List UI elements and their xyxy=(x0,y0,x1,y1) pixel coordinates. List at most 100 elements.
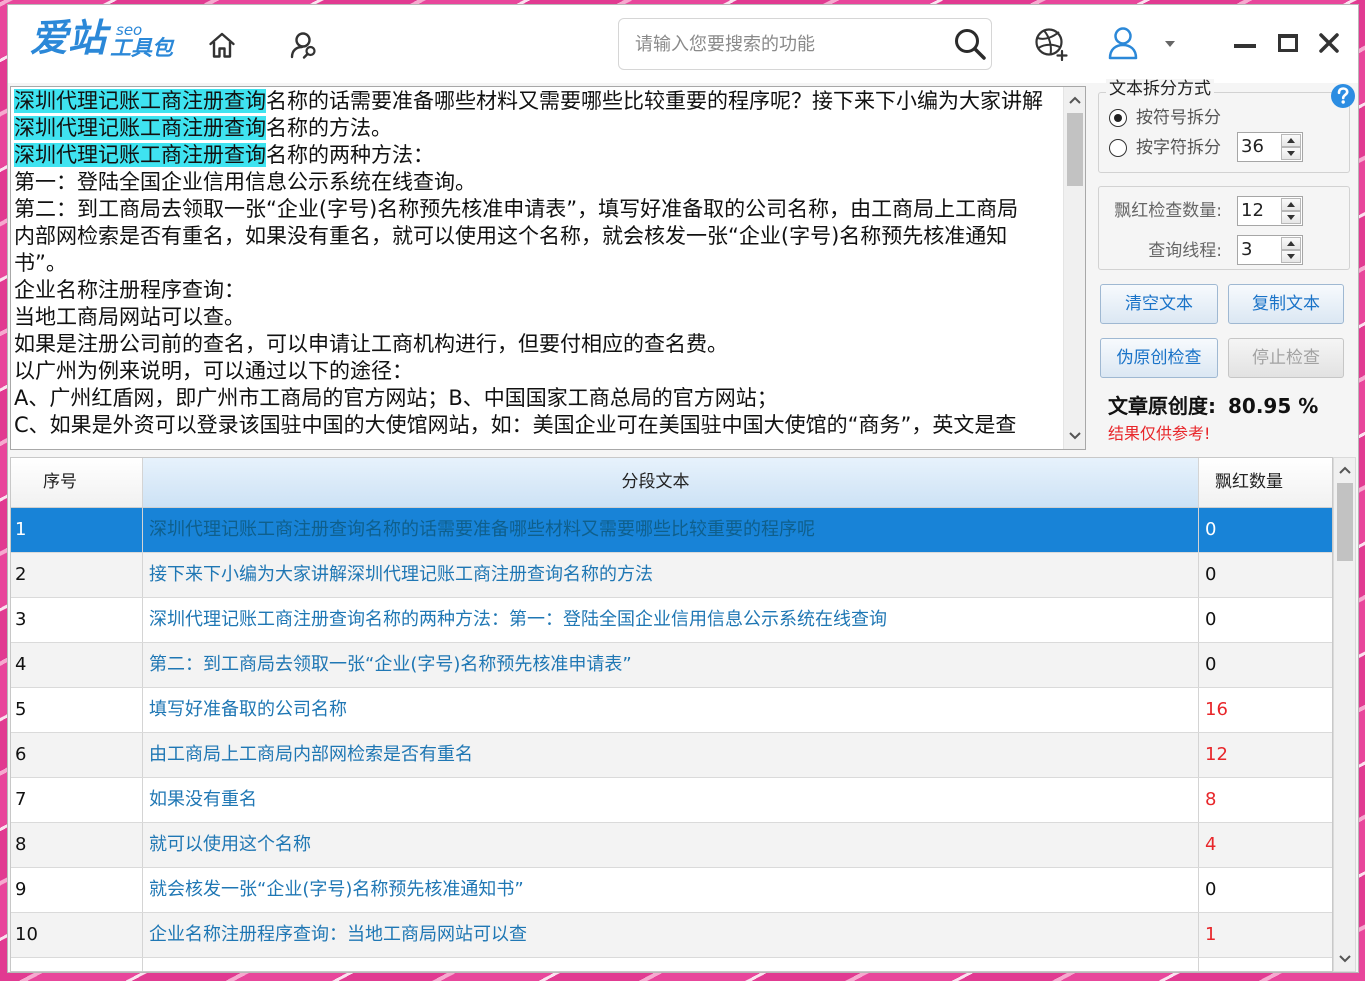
scroll-thumb[interactable] xyxy=(1067,113,1083,186)
row-red-count: 0 xyxy=(1205,879,1217,900)
highlighted-keyword: 深圳代理记账工商注册查询 xyxy=(14,89,266,113)
table-row[interactable]: 8 就可以使用这个名称 4 xyxy=(11,823,1332,868)
help-icon[interactable] xyxy=(1330,83,1356,109)
table-row[interactable]: 9 就会核发一张“企业(字号)名称预先核准通知书” 0 xyxy=(11,868,1332,913)
stepper-up-icon[interactable] xyxy=(1281,198,1301,211)
chevron-down-icon[interactable] xyxy=(1165,41,1175,47)
table-row-partial[interactable] xyxy=(11,958,1332,971)
editor-scrollbar[interactable] xyxy=(1063,87,1085,449)
header-segment-text[interactable]: 分段文本 xyxy=(143,458,1199,507)
row-index: 8 xyxy=(11,823,143,867)
threads-value[interactable]: 3 xyxy=(1241,236,1252,264)
editor-line-text: 名称的话需要准备哪些材料又需要哪些比较重要的程序呢？接下来下小编为大家讲解 xyxy=(266,89,1043,113)
table-row[interactable]: 6 由工商局上工商局内部网检索是否有重名 12 xyxy=(11,733,1332,778)
close-icon[interactable] xyxy=(1318,32,1340,54)
clear-text-button[interactable]: 清空文本 xyxy=(1100,284,1218,324)
app-window: 爱站 seo 工具包 深圳代理记账工商注册查询名称的话需要准备哪些材料又需要哪些… xyxy=(8,5,1358,972)
home-icon[interactable] xyxy=(207,30,237,60)
table-row[interactable]: 4 第二：到工商局去领取一张“企业(字号)名称预先核准申请表” 0 xyxy=(11,643,1332,688)
editor-line: 书”。 xyxy=(14,250,1059,277)
table-row[interactable]: 10 企业名称注册程序查询：当地工商局网站可以查 1 xyxy=(11,913,1332,958)
source-text-content: 深圳代理记账工商注册查询名称的话需要准备哪些材料又需要哪些比较重要的程序呢？接下… xyxy=(11,87,1062,449)
header-index[interactable]: 序号 xyxy=(11,458,143,507)
row-segment-text: 如果没有重名 xyxy=(143,778,1199,822)
user-search-icon[interactable] xyxy=(289,30,319,60)
split-by-symbol-label[interactable]: 按符号拆分 xyxy=(1136,107,1221,129)
stepper-down-icon[interactable] xyxy=(1281,211,1301,224)
char-count-stepper[interactable]: 36 xyxy=(1237,132,1303,162)
row-index: 7 xyxy=(11,778,143,822)
stepper-down-icon[interactable] xyxy=(1281,147,1301,160)
editor-line: C、如果是外资可以登录该国驻中国的大使馆网站，如：美国企业可在美国驻中国大使馆的… xyxy=(14,412,1059,439)
row-index: 6 xyxy=(11,733,143,777)
row-red-count: 4 xyxy=(1205,834,1217,855)
row-segment-text: 由工商局上工商局内部网检索是否有重名 xyxy=(143,733,1199,777)
stop-check-button[interactable]: 停止检查 xyxy=(1228,338,1344,378)
search-icon[interactable] xyxy=(952,26,988,62)
table-row[interactable]: 3 深圳代理记账工商注册查询名称的两种方法：第一：登陆全国企业信用信息公示系统在线… xyxy=(11,598,1332,643)
originality-label: 文章原创度: xyxy=(1108,394,1216,418)
red-check-count-stepper[interactable]: 12 xyxy=(1237,196,1303,226)
row-red-count: 16 xyxy=(1205,699,1228,720)
row-red-count: 0 xyxy=(1205,519,1217,540)
threads-stepper[interactable]: 3 xyxy=(1237,235,1303,265)
editor-line: 企业名称注册程序查询： xyxy=(14,277,1059,304)
row-cell xyxy=(11,958,143,971)
stepper-down-icon[interactable] xyxy=(1281,250,1301,263)
scroll-up-icon[interactable] xyxy=(1337,462,1353,478)
editor-line: 第二：到工商局去领取一张“企业(字号)名称预先核准申请表”，填写好准备取的公司名… xyxy=(14,196,1059,223)
row-segment-text: 填写好准备取的公司名称 xyxy=(143,688,1199,732)
maximize-icon[interactable] xyxy=(1278,34,1298,52)
minimize-icon[interactable] xyxy=(1234,44,1256,48)
user-icon[interactable] xyxy=(1106,25,1140,61)
logo-main: 爱站 xyxy=(30,16,107,60)
basketball-icon[interactable] xyxy=(1034,27,1068,61)
row-segment-text: 第二：到工商局去领取一张“企业(字号)名称预先核准申请表” xyxy=(143,643,1199,687)
header-red-count[interactable]: 飘红数量 xyxy=(1199,458,1332,507)
editor-line: 以广州为例来说明，可以通过以下的途径： xyxy=(14,358,1059,385)
split-by-char-label[interactable]: 按字符拆分 xyxy=(1136,137,1221,159)
scroll-down-icon[interactable] xyxy=(1067,428,1083,444)
threads-label: 查询线程: xyxy=(1148,241,1222,261)
table-row[interactable]: 5 填写好准备取的公司名称 16 xyxy=(11,688,1332,733)
search-input[interactable] xyxy=(635,19,945,69)
row-red-count: 0 xyxy=(1205,564,1217,585)
editor-line-text: 名称的方法。 xyxy=(266,116,392,140)
editor-line: A、广州红盾网，即广州市工商局的官方网站；B、中国国家工商总局的官方网站； xyxy=(14,385,1059,412)
radio-split-by-symbol[interactable] xyxy=(1109,109,1127,127)
editor-line: 当地工商局网站可以查。 xyxy=(14,304,1059,331)
source-text-area[interactable]: 深圳代理记账工商注册查询名称的话需要准备哪些材料又需要哪些比较重要的程序呢？接下… xyxy=(10,86,1086,450)
row-index: 10 xyxy=(11,913,143,957)
scroll-thumb[interactable] xyxy=(1337,483,1353,561)
row-segment-text: 深圳代理记账工商注册查询名称的话需要准备哪些材料又需要哪些比较重要的程序呢 xyxy=(143,508,1199,552)
editor-line: 如果是注册公司前的查名，可以申请让工商机构进行，但要付相应的查名费。 xyxy=(14,331,1059,358)
scroll-down-icon[interactable] xyxy=(1337,951,1353,967)
originality-value: 80.95 % xyxy=(1228,394,1319,418)
stepper-up-icon[interactable] xyxy=(1281,237,1301,250)
editor-line-text: 企业名称注册程序查询： xyxy=(14,278,245,302)
radio-split-by-char[interactable] xyxy=(1109,139,1127,157)
editor-line-text: C、如果是外资可以登录该国驻中国的大使馆网站，如：美国企业可在美国驻中国大使馆的… xyxy=(14,413,1017,437)
highlighted-keyword: 深圳代理记账工商注册查询 xyxy=(14,116,266,140)
table-row[interactable]: 7 如果没有重名 8 xyxy=(11,778,1332,823)
stepper-up-icon[interactable] xyxy=(1281,134,1301,147)
row-red-count: 0 xyxy=(1205,609,1217,630)
char-count-value[interactable]: 36 xyxy=(1241,133,1264,161)
pseudo-original-check-button[interactable]: 伪原创检查 xyxy=(1100,338,1218,378)
red-check-count-value[interactable]: 12 xyxy=(1241,197,1264,225)
table-scrollbar[interactable] xyxy=(1333,457,1356,972)
table-row[interactable]: 2 接下来下小编为大家讲解深圳代理记账工商注册查询名称的方法 0 xyxy=(11,553,1332,598)
editor-line: 深圳代理记账工商注册查询名称的两种方法： xyxy=(14,142,1059,169)
originality-result: 文章原创度: 80.95 % xyxy=(1108,393,1318,419)
row-segment-text: 接下来下小编为大家讲解深圳代理记账工商注册查询名称的方法 xyxy=(143,553,1199,597)
copy-text-button[interactable]: 复制文本 xyxy=(1228,284,1344,324)
editor-line-text: 当地工商局网站可以查。 xyxy=(14,305,245,329)
row-index: 9 xyxy=(11,868,143,912)
table-row[interactable]: 1 深圳代理记账工商注册查询名称的话需要准备哪些材料又需要哪些比较重要的程序呢 0 xyxy=(11,508,1332,553)
scroll-up-icon[interactable] xyxy=(1067,92,1083,108)
editor-line: 内部网检索是否有重名，如果没有重名，就可以使用这个名称，就会核发一张“企业(字号… xyxy=(14,223,1059,250)
row-red-count: 8 xyxy=(1205,789,1217,810)
row-segment-text: 就会核发一张“企业(字号)名称预先核准通知书” xyxy=(143,868,1199,912)
row-segment-text: 企业名称注册程序查询：当地工商局网站可以查 xyxy=(143,913,1199,957)
row-red-count: 1 xyxy=(1205,924,1217,945)
